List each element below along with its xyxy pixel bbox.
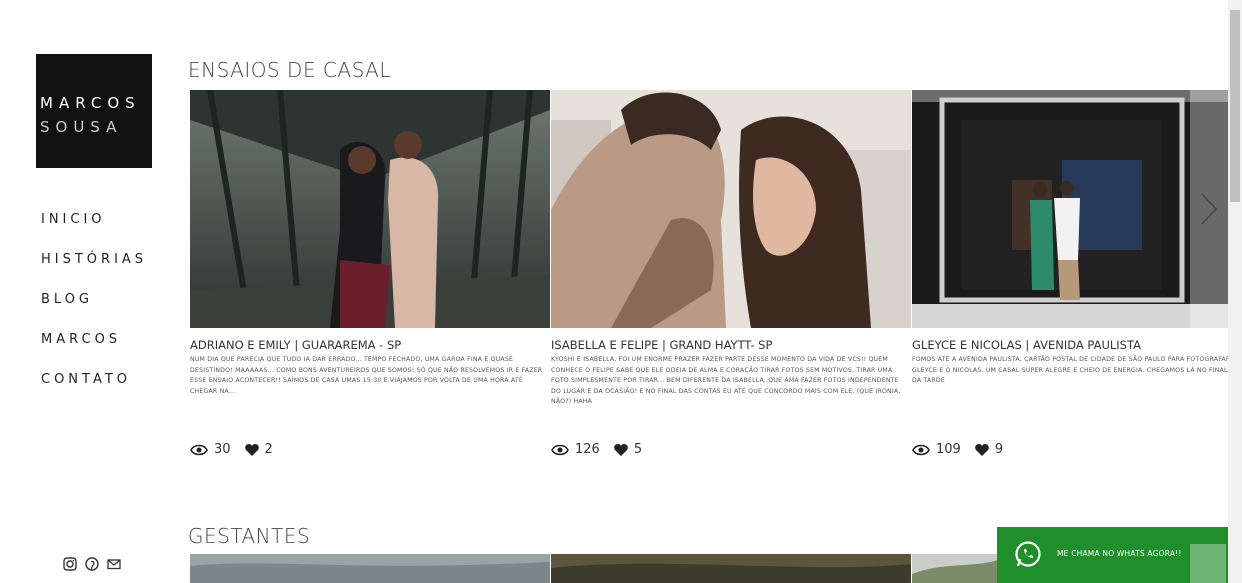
story-photo[interactable] xyxy=(190,90,550,328)
story-card[interactable]: ADRIANO E EMILY | GUARAREMA - SP NUM DIA… xyxy=(190,90,550,457)
story-title[interactable]: ADRIANO E EMILY | GUARAREMA - SP xyxy=(190,338,401,352)
pinterest-icon[interactable] xyxy=(85,556,99,571)
social-links xyxy=(63,556,121,571)
eye-icon xyxy=(912,444,930,455)
chevron-right-icon xyxy=(1201,193,1218,225)
whatsapp-corner xyxy=(1190,544,1226,583)
story-title[interactable]: GLEYCE E NICOLAS | AVENIDA PAULISTA xyxy=(912,338,1141,352)
story-excerpt: KYOSHI E ISABELLA, FOI UM ENORME PRAZER … xyxy=(551,356,901,406)
heart-icon[interactable] xyxy=(975,443,989,456)
sidebar: MARCOS SOUSA INICIO HISTÓRIAS BLOG MARCO… xyxy=(0,0,190,583)
story-stats: 109 9 xyxy=(912,442,1017,457)
logo-line2: SOUSA xyxy=(40,118,123,136)
likes-count: 5 xyxy=(633,442,643,457)
section-title-casal: ENSAIOS DE CASAL xyxy=(188,58,391,82)
nav-item-inicio[interactable]: INICIO xyxy=(41,212,147,252)
story-stats: 126 5 xyxy=(551,442,656,457)
mail-icon[interactable] xyxy=(107,556,121,570)
carousel-next-button[interactable] xyxy=(1190,90,1228,328)
gestantes-photo[interactable] xyxy=(551,554,911,583)
logo-line1: MARCOS xyxy=(40,94,141,112)
nav-item-blog[interactable]: BLOG xyxy=(41,292,147,332)
main-nav: INICIO HISTÓRIAS BLOG MARCOS CONTATO xyxy=(41,212,147,412)
story-photo[interactable] xyxy=(551,90,911,328)
likes-count: 9 xyxy=(994,442,1004,457)
views-count: 126 xyxy=(575,442,600,457)
nav-item-marcos[interactable]: MARCOS xyxy=(41,332,147,372)
scrollbar-thumb[interactable] xyxy=(1230,10,1240,202)
gestantes-photo[interactable] xyxy=(190,554,550,583)
views-count: 30 xyxy=(214,442,231,457)
story-excerpt: NUM DIA QUE PARECIA QUE TUDO IA DAR ERRA… xyxy=(190,356,543,395)
whatsapp-label: ME CHAMA NO WHATS AGORA!! xyxy=(1057,549,1182,558)
section-title-gestantes: GESTANTES xyxy=(188,524,311,548)
nav-item-contato[interactable]: CONTATO xyxy=(41,372,147,412)
gestantes-photo[interactable] xyxy=(912,554,998,583)
whatsapp-icon xyxy=(1015,541,1041,567)
nav-item-historias[interactable]: HISTÓRIAS xyxy=(41,252,147,292)
story-card[interactable]: ISABELLA E FELIPE | GRAND HAYTT- SP KYOS… xyxy=(551,90,911,457)
story-excerpt: FOMOS ATÉ A AVENIDA PAULISTA, CARTÃO POS… xyxy=(912,356,1242,385)
views-count: 109 xyxy=(936,442,961,457)
heart-icon[interactable] xyxy=(614,443,628,456)
story-title[interactable]: ISABELLA E FELIPE | GRAND HAYTT- SP xyxy=(551,338,772,352)
instagram-icon[interactable] xyxy=(63,556,77,571)
eye-icon xyxy=(190,444,208,455)
eye-icon xyxy=(551,444,569,455)
story-card[interactable]: GLEYCE E NICOLAS | AVENIDA PAULISTA FOMO… xyxy=(912,90,1242,457)
scrollbar[interactable] xyxy=(1228,0,1242,583)
story-photo[interactable] xyxy=(912,90,1228,328)
logo[interactable]: MARCOS SOUSA xyxy=(36,54,152,168)
whatsapp-button[interactable]: ME CHAMA NO WHATS AGORA!! xyxy=(997,527,1233,583)
story-stats: 30 2 xyxy=(190,442,287,457)
heart-icon[interactable] xyxy=(244,443,259,456)
likes-count: 2 xyxy=(264,442,273,457)
